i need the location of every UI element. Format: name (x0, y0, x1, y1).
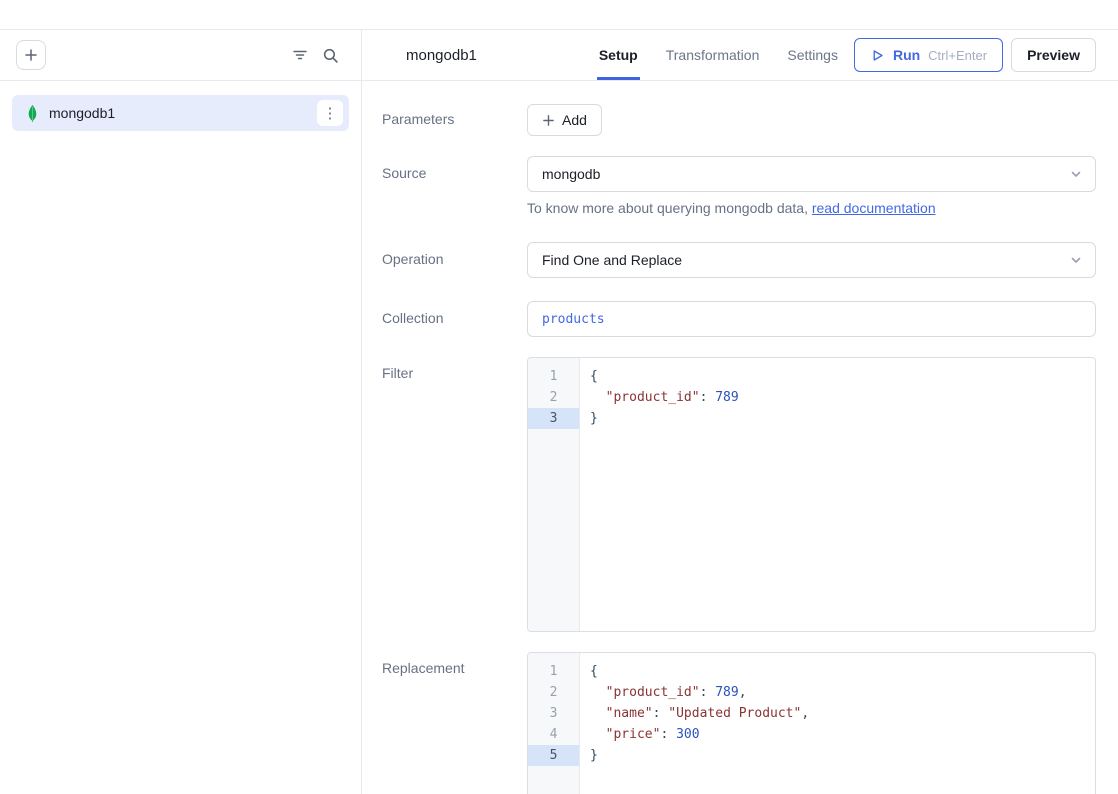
search-icon (322, 47, 339, 64)
plus-icon (542, 114, 555, 127)
editor-tabs: Setup Transformation Settings (597, 30, 840, 80)
filter-code-content[interactable]: { "product_id": 789} (580, 358, 1095, 631)
operation-select-value: Find One and Replace (542, 252, 682, 268)
play-icon (870, 48, 885, 63)
line-number: 2 (528, 387, 579, 408)
collection-input-value: products (542, 312, 605, 327)
operation-select[interactable]: Find One and Replace (527, 242, 1096, 278)
line-number-gutter: 12345 (528, 653, 580, 794)
query-editor-header: mongodb1 Setup Transformation Settings R… (362, 30, 1118, 81)
filter-row: Filter 123 { "product_id": 789} (382, 357, 1096, 632)
query-title: mongodb1 (406, 30, 477, 80)
source-helper-text: To know more about querying mongodb data… (527, 200, 1096, 216)
replacement-code-content[interactable]: { "product_id": 789, "name": "Updated Pr… (580, 653, 1095, 794)
kebab-icon: ⋮ (323, 106, 338, 121)
search-queries-button[interactable] (315, 40, 345, 70)
collection-input[interactable]: products (527, 301, 1096, 337)
replacement-label: Replacement (382, 652, 527, 794)
add-parameter-button[interactable]: Add (527, 104, 602, 136)
collection-label: Collection (382, 301, 527, 337)
sidebar-header (0, 30, 361, 81)
run-shortcut-hint: Ctrl+Enter (928, 48, 987, 63)
mongodb-leaf-icon (26, 104, 39, 123)
source-select[interactable]: mongodb (527, 156, 1096, 192)
app-window: mongodb1 ⋮ mongodb1 Setup Transformation… (0, 0, 1118, 794)
tab-transformation[interactable]: Transformation (664, 30, 762, 80)
run-button[interactable]: Run Ctrl+Enter (854, 38, 1003, 72)
read-documentation-link[interactable]: read documentation (812, 200, 936, 216)
run-button-label: Run (893, 47, 920, 63)
tab-setup[interactable]: Setup (597, 30, 640, 80)
operation-row: Operation Find One and Replace (382, 242, 1096, 278)
preview-button[interactable]: Preview (1011, 38, 1096, 72)
code-line: } (590, 408, 1095, 429)
add-query-button[interactable] (16, 40, 46, 70)
filter-icon (292, 47, 308, 63)
query-editor-panel: mongodb1 Setup Transformation Settings R… (362, 30, 1118, 794)
filter-queries-button[interactable] (285, 40, 315, 70)
replacement-code-editor[interactable]: 12345 { "product_id": 789, "name": "Upda… (527, 652, 1096, 794)
tab-settings[interactable]: Settings (785, 30, 840, 80)
query-item-label: mongodb1 (49, 105, 307, 121)
line-number: 1 (528, 366, 579, 387)
code-line: "product_id": 789, (590, 682, 1095, 703)
query-editor-body: Parameters Add Source (362, 81, 1118, 794)
line-number: 5 (528, 745, 579, 766)
plus-icon (24, 48, 38, 62)
main-layout: mongodb1 ⋮ mongodb1 Setup Transformation… (0, 30, 1118, 794)
line-number-gutter: 123 (528, 358, 580, 631)
filter-code-editor[interactable]: 123 { "product_id": 789} (527, 357, 1096, 632)
code-line: { (590, 661, 1095, 682)
line-number: 2 (528, 682, 579, 703)
line-number: 3 (528, 408, 579, 429)
line-number: 4 (528, 724, 579, 745)
add-parameter-label: Add (562, 112, 587, 128)
query-item-menu-button[interactable]: ⋮ (317, 100, 343, 126)
source-select-value: mongodb (542, 166, 600, 182)
code-line: } (590, 745, 1095, 766)
parameters-label: Parameters (382, 104, 527, 136)
code-line: "product_id": 789 (590, 387, 1095, 408)
line-number: 3 (528, 703, 579, 724)
source-row: Source mongodb To know more about queryi… (382, 156, 1096, 216)
code-line: "price": 300 (590, 724, 1095, 745)
chevron-down-icon (1069, 167, 1083, 181)
code-line: "name": "Updated Product", (590, 703, 1095, 724)
filter-label: Filter (382, 357, 527, 632)
chevron-down-icon (1069, 253, 1083, 267)
parameters-row: Parameters Add (382, 104, 1096, 136)
header-buttons: Run Ctrl+Enter Preview (854, 30, 1096, 80)
query-sidebar: mongodb1 ⋮ (0, 30, 362, 794)
replacement-row: Replacement 12345 { "product_id": 789, "… (382, 652, 1096, 794)
top-bar (0, 0, 1118, 30)
collection-row: Collection products (382, 301, 1096, 337)
line-number: 1 (528, 661, 579, 682)
code-line: { (590, 366, 1095, 387)
operation-label: Operation (382, 242, 527, 278)
source-label: Source (382, 156, 527, 216)
query-list-item-mongodb1[interactable]: mongodb1 ⋮ (12, 95, 349, 131)
